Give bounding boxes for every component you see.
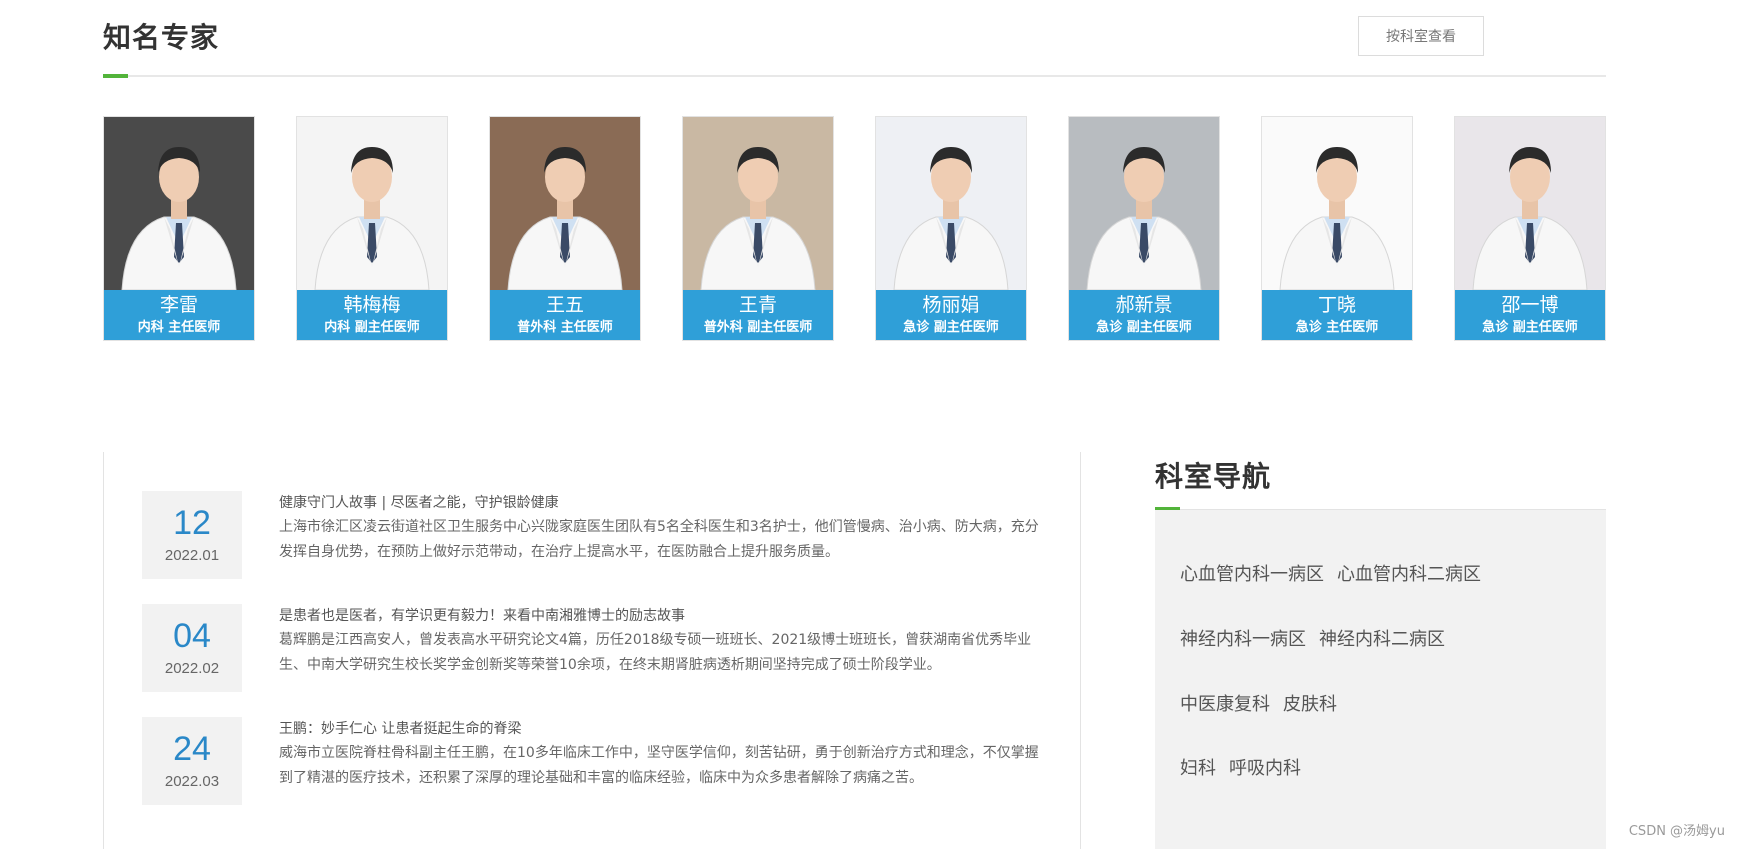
department-row: 妇科 呼吸内科	[1180, 754, 1314, 780]
doctor-portrait-icon	[1262, 117, 1412, 290]
expert-card[interactable]: 邵一博 急诊 副主任医师	[1454, 116, 1606, 341]
news-summary: 葛辉鹏是江西高安人，曾发表高水平研究论文4篇，历任2018级专硕一班班长、202…	[279, 632, 1032, 673]
expert-name: 杨丽娟	[922, 294, 980, 316]
expert-photo	[683, 117, 833, 290]
expert-role: 急诊 主任医师	[1295, 320, 1379, 335]
expert-photo	[104, 117, 254, 290]
expert-card[interactable]: 王青 普外科 副主任医师	[682, 116, 834, 341]
experts-header: 知名专家 按科室查看	[103, 0, 1606, 78]
expert-card-grid: 李雷 内科 主任医师 韩梅梅 内科 副主任医师 王五 普外科 主任医师 王青 普…	[103, 116, 1606, 342]
expert-caption: 邵一博 急诊 副主任医师	[1455, 290, 1605, 340]
department-link[interactable]: 神经内科二病区	[1319, 625, 1445, 651]
expert-role: 急诊 副主任医师	[1482, 320, 1578, 335]
expert-card[interactable]: 郝新景 急诊 副主任医师	[1068, 116, 1220, 341]
news-title[interactable]: 是患者也是医者，有学识更有毅力！来看中南湘雅博士的励志故事	[279, 606, 1044, 626]
expert-card[interactable]: 杨丽娟 急诊 副主任医师	[875, 116, 1027, 341]
news-item[interactable]: 12 2022.01 健康守门人故事 | 尽医者之能，守护银龄健康 上海市徐汇区…	[142, 491, 1042, 581]
department-link[interactable]: 心血管内科二病区	[1337, 560, 1481, 586]
news-summary: 上海市徐汇区凌云街道社区卫生服务中心兴陇家庭医生团队有5名全科医生和3名护士，他…	[279, 519, 1039, 560]
expert-name: 郝新景	[1115, 294, 1173, 316]
expert-card[interactable]: 韩梅梅 内科 副主任医师	[296, 116, 448, 341]
expert-caption: 韩梅梅 内科 副主任医师	[297, 290, 447, 340]
news-date-day: 24	[173, 730, 211, 768]
expert-photo	[490, 117, 640, 290]
expert-role: 内科 副主任医师	[324, 320, 420, 335]
expert-name: 李雷	[159, 294, 198, 316]
expert-name: 韩梅梅	[343, 294, 401, 316]
expert-photo	[1069, 117, 1219, 290]
watermark: CSDN @汤姆yu	[1628, 824, 1725, 839]
department-row: 中医康复科 皮肤科	[1180, 690, 1350, 716]
experts-header-divider	[103, 75, 1606, 77]
news-item[interactable]: 24 2022.03 王鹏：妙手仁心 让患者挺起生命的脊梁 威海市立医院脊柱骨科…	[142, 717, 1042, 807]
news-date-box: 12 2022.01	[142, 491, 242, 579]
expert-caption: 杨丽娟 急诊 副主任医师	[876, 290, 1026, 340]
news-item[interactable]: 04 2022.02 是患者也是医者，有学识更有毅力！来看中南湘雅博士的励志故事…	[142, 604, 1042, 694]
news-title[interactable]: 王鹏：妙手仁心 让患者挺起生命的脊梁	[279, 719, 1044, 739]
department-navigation: 科室导航 心血管内科一病区 心血管内科二病区 神经内科一病区 神经内科二病区 中医康…	[1155, 452, 1606, 849]
expert-role: 急诊 副主任医师	[1096, 320, 1192, 335]
department-row: 心血管内科一病区 心血管内科二病区	[1180, 560, 1494, 586]
doctor-portrait-icon	[297, 117, 447, 290]
news-date-day: 12	[173, 504, 211, 542]
expert-name: 王五	[545, 294, 584, 316]
news-text: 健康守门人故事 | 尽医者之能，守护银龄健康 上海市徐汇区凌云街道社区卫生服务中…	[279, 493, 1044, 565]
news-text: 王鹏：妙手仁心 让患者挺起生命的脊梁 威海市立医院脊柱骨科副主任王鹏，在10多年…	[279, 719, 1044, 791]
expert-caption: 李雷 内科 主任医师	[104, 290, 254, 340]
expert-photo	[1262, 117, 1412, 290]
expert-card[interactable]: 王五 普外科 主任医师	[489, 116, 641, 341]
department-link-box: 心血管内科一病区 心血管内科二病区 神经内科一病区 神经内科二病区 中医康复科 皮肤科…	[1155, 510, 1606, 849]
doctor-portrait-icon	[1069, 117, 1219, 290]
expert-card[interactable]: 丁晓 急诊 主任医师	[1261, 116, 1413, 341]
department-link[interactable]: 心血管内科一病区	[1180, 560, 1324, 586]
news-list-panel: 12 2022.01 健康守门人故事 | 尽医者之能，守护银龄健康 上海市徐汇区…	[103, 452, 1081, 849]
expert-card[interactable]: 李雷 内科 主任医师	[103, 116, 255, 341]
news-date-year-month: 2022.02	[164, 660, 220, 677]
expert-name: 邵一博	[1501, 294, 1559, 316]
news-title[interactable]: 健康守门人故事 | 尽医者之能，守护银龄健康	[279, 493, 1044, 513]
news-date-day: 04	[173, 617, 211, 655]
news-summary: 威海市立医院脊柱骨科副主任王鹏，在10多年临床工作中，坚守医学信仰，刻苦钻研，勇…	[279, 745, 1039, 786]
doctor-portrait-icon	[876, 117, 1026, 290]
news-date-year-month: 2022.03	[164, 773, 220, 790]
expert-role: 普外科 副主任医师	[703, 320, 813, 335]
expert-role: 急诊 副主任医师	[903, 320, 999, 335]
news-date-box: 24 2022.03	[142, 717, 242, 805]
expert-caption: 王青 普外科 副主任医师	[683, 290, 833, 340]
experts-header-accent-bar	[103, 74, 128, 78]
department-link[interactable]: 中医康复科	[1180, 690, 1270, 716]
news-date-year-month: 2022.01	[164, 547, 220, 564]
department-link[interactable]: 皮肤科	[1283, 690, 1337, 716]
department-link[interactable]: 神经内科一病区	[1180, 625, 1306, 651]
expert-caption: 王五 普外科 主任医师	[490, 290, 640, 340]
doctor-portrait-icon	[490, 117, 640, 290]
news-text: 是患者也是医者，有学识更有毅力！来看中南湘雅博士的励志故事 葛辉鹏是江西高安人，…	[279, 606, 1044, 678]
department-row: 神经内科一病区 神经内科二病区	[1180, 625, 1458, 651]
expert-name: 王青	[738, 294, 777, 316]
expert-photo	[297, 117, 447, 290]
expert-caption: 郝新景 急诊 副主任医师	[1069, 290, 1219, 340]
news-date-box: 04 2022.02	[142, 604, 242, 692]
experts-section-title: 知名专家	[103, 21, 220, 54]
department-link[interactable]: 妇科	[1180, 754, 1216, 780]
expert-role: 普外科 主任医师	[517, 320, 613, 335]
expert-photo	[1455, 117, 1605, 290]
department-link[interactable]: 呼吸内科	[1229, 754, 1301, 780]
view-by-department-button[interactable]: 按科室查看	[1358, 16, 1484, 56]
department-nav-title: 科室导航	[1155, 460, 1272, 493]
doctor-portrait-icon	[104, 117, 254, 290]
doctor-portrait-icon	[683, 117, 833, 290]
expert-name: 丁晓	[1317, 294, 1356, 316]
expert-caption: 丁晓 急诊 主任医师	[1262, 290, 1412, 340]
expert-photo	[876, 117, 1026, 290]
expert-role: 内科 主任医师	[137, 320, 221, 335]
doctor-portrait-icon	[1455, 117, 1605, 290]
